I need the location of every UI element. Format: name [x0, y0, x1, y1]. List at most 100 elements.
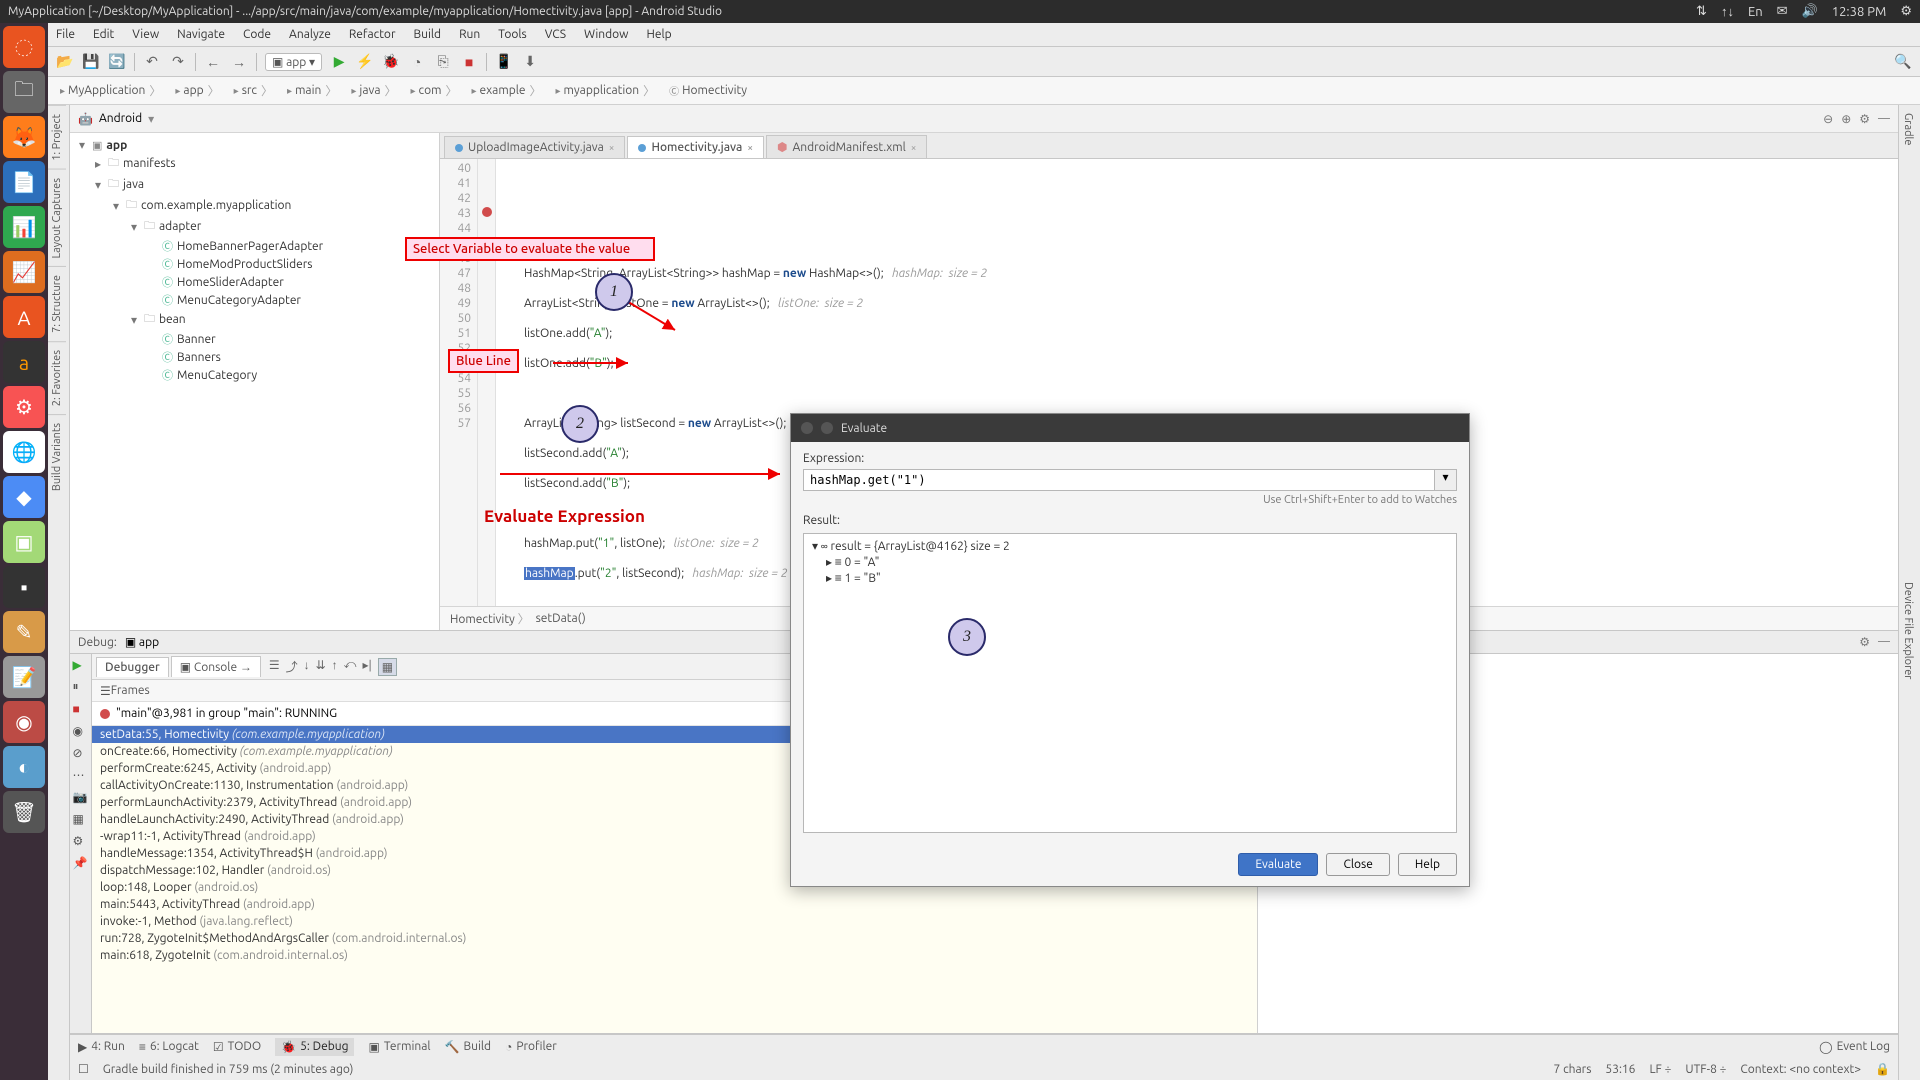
- breakpoint-gutter[interactable]: [478, 159, 496, 606]
- stop-debug-icon[interactable]: ■: [73, 702, 89, 718]
- impress-icon[interactable]: 📈: [3, 251, 45, 293]
- result-tree[interactable]: ▾ ∞ result = {ArrayList@4162} size = 2 ▸…: [803, 533, 1457, 833]
- menu-analyze[interactable]: Analyze: [289, 28, 331, 41]
- crumb[interactable]: ▸MyApplication: [54, 80, 167, 101]
- menu-view[interactable]: View: [132, 28, 159, 41]
- bc-class[interactable]: Homectivity: [450, 610, 530, 627]
- pin-icon[interactable]: 📌: [73, 856, 89, 872]
- device-file-explorer-button[interactable]: Device File Explorer: [1899, 574, 1917, 687]
- run-to-cursor-icon[interactable]: ▸|: [363, 658, 372, 676]
- status-lf[interactable]: LF ÷: [1649, 1063, 1671, 1076]
- updown-icon[interactable]: ↑↓: [1721, 4, 1734, 19]
- status-encoding[interactable]: UTF-8 ÷: [1685, 1063, 1726, 1076]
- debug-app-combo[interactable]: ▣ app: [125, 635, 159, 649]
- crumb[interactable]: ▸com: [405, 80, 464, 101]
- lang-indicator[interactable]: En: [1748, 5, 1763, 19]
- files-icon[interactable]: 🗀: [3, 71, 45, 113]
- app-icon-1[interactable]: ◆: [3, 476, 45, 518]
- crumb[interactable]: ▸myapplication: [550, 80, 662, 101]
- hide-icon[interactable]: —: [1878, 635, 1890, 649]
- forward-icon[interactable]: →: [230, 53, 248, 71]
- sync-icon[interactable]: 🔄: [108, 53, 126, 71]
- crumb[interactable]: ▸java: [345, 80, 402, 101]
- event-log-tab[interactable]: ◯ Event Log: [1819, 1040, 1890, 1054]
- crumb[interactable]: ▸app: [169, 80, 225, 101]
- avd-icon[interactable]: 📱: [495, 53, 513, 71]
- menu-help[interactable]: Help: [646, 28, 671, 41]
- app-icon-2[interactable]: ✎: [3, 611, 45, 653]
- layout-captures-button[interactable]: Layout Captures: [48, 169, 66, 267]
- menu-tools[interactable]: Tools: [498, 28, 527, 41]
- stack-frame[interactable]: main:618, ZygoteInit (com.android.intern…: [92, 947, 1257, 964]
- crumb[interactable]: ▸main: [281, 80, 343, 101]
- step-over-icon[interactable]: ⤴: [286, 658, 298, 676]
- apply-changes-icon[interactable]: ⚡: [356, 53, 374, 71]
- more-icon[interactable]: ⋯: [73, 768, 89, 784]
- pause-icon[interactable]: ⏸: [73, 680, 89, 696]
- stop-icon[interactable]: ■: [460, 53, 478, 71]
- collapse-icon[interactable]: ⊖: [1823, 112, 1833, 126]
- help-button[interactable]: Help: [1398, 853, 1457, 876]
- console-tab[interactable]: ▣ Console →: [171, 656, 261, 677]
- force-step-into-icon[interactable]: ⇊: [316, 658, 326, 676]
- editor-tab[interactable]: UploadImageActivity.java×: [444, 136, 625, 158]
- back-icon[interactable]: ←: [204, 53, 222, 71]
- trash-icon[interactable]: 🗑: [3, 791, 45, 833]
- hide-icon[interactable]: —: [1878, 112, 1890, 126]
- software-icon[interactable]: A: [3, 296, 45, 338]
- gear-icon[interactable]: ⚙: [1900, 4, 1912, 19]
- calc-icon[interactable]: 📊: [3, 206, 45, 248]
- project-tool-button[interactable]: 1: Project: [48, 105, 66, 169]
- sdk-icon[interactable]: ⬇: [521, 53, 539, 71]
- run-config-combo[interactable]: ▣ app ▾: [265, 53, 322, 71]
- expression-dropdown[interactable]: ▾: [1435, 469, 1457, 491]
- expression-input[interactable]: [803, 469, 1435, 491]
- resume-icon[interactable]: ▶: [73, 658, 89, 674]
- terminal-icon[interactable]: ▪: [3, 566, 45, 608]
- menu-window[interactable]: Window: [584, 28, 628, 41]
- favorites-button[interactable]: 2: Favorites: [48, 341, 66, 414]
- network-icon[interactable]: ⇅: [1696, 4, 1707, 19]
- menu-code[interactable]: Code: [243, 28, 271, 41]
- open-icon[interactable]: 📂: [56, 53, 74, 71]
- menu-run[interactable]: Run: [459, 28, 480, 41]
- logcat-tab[interactable]: ≡ 6: Logcat: [139, 1040, 199, 1054]
- mail-icon[interactable]: ✉: [1777, 4, 1788, 19]
- ubuntu-dash-icon[interactable]: ◌: [3, 26, 45, 68]
- view-breakpoints-icon[interactable]: ◉: [73, 724, 89, 740]
- amazon-icon[interactable]: a: [3, 341, 45, 383]
- close-button[interactable]: Close: [1326, 853, 1389, 876]
- status-lock-icon[interactable]: 🔒: [1875, 1062, 1890, 1076]
- layout-icon[interactable]: ▦: [73, 812, 89, 828]
- search-icon[interactable]: 🔍: [1894, 53, 1912, 71]
- step-out-icon[interactable]: ↑: [332, 658, 338, 676]
- writer-icon[interactable]: 📄: [3, 161, 45, 203]
- stack-frame[interactable]: main:5443, ActivityThread (android.app): [92, 896, 1257, 913]
- debug-tab[interactable]: 🐞 5: Debug: [275, 1038, 354, 1056]
- undo-icon[interactable]: ↶: [143, 53, 161, 71]
- terminal-tab[interactable]: ▣ Terminal: [368, 1040, 430, 1054]
- firefox-icon[interactable]: 🦊: [3, 116, 45, 158]
- show-exec-icon[interactable]: ☰: [269, 658, 280, 676]
- menu-navigate[interactable]: Navigate: [177, 28, 225, 41]
- step-into-icon[interactable]: ↓: [304, 658, 310, 676]
- todo-tab[interactable]: ☑ TODO: [213, 1040, 261, 1054]
- settings-icon[interactable]: ⚙: [3, 386, 45, 428]
- stack-frame[interactable]: run:728, ZygoteInit$MethodAndArgsCaller …: [92, 930, 1257, 947]
- attach-icon[interactable]: ⎘: [434, 53, 452, 71]
- menu-file[interactable]: File: [56, 28, 75, 41]
- menu-refactor[interactable]: Refactor: [349, 28, 396, 41]
- gear-icon[interactable]: ⚙: [1859, 635, 1870, 649]
- settings-icon[interactable]: ⚙: [73, 834, 89, 850]
- app-icon-3[interactable]: ◉: [3, 701, 45, 743]
- debugger-tab[interactable]: Debugger: [96, 657, 169, 677]
- evaluate-button[interactable]: Evaluate: [1238, 853, 1318, 876]
- menu-edit[interactable]: Edit: [93, 28, 114, 41]
- profile-icon[interactable]: ◔: [408, 53, 426, 71]
- stack-frame[interactable]: invoke:-1, Method (java.lang.reflect): [92, 913, 1257, 930]
- project-tree[interactable]: ▾▣app ▸🗀manifests ▾🗀java ▾🗀com.example.m…: [70, 133, 440, 630]
- project-view-combo[interactable]: Android: [99, 112, 142, 125]
- build-variants-button[interactable]: Build Variants: [48, 414, 66, 499]
- gedit-icon[interactable]: 📝: [3, 656, 45, 698]
- redo-icon[interactable]: ↷: [169, 53, 187, 71]
